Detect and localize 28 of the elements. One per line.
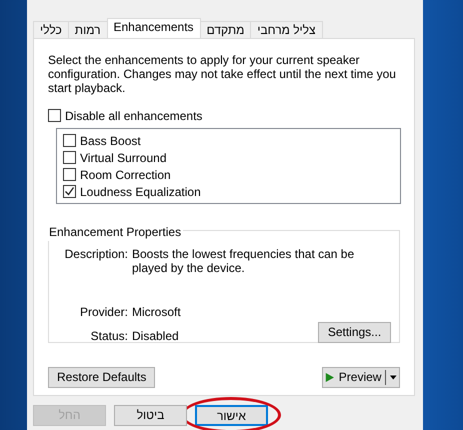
tab[interactable]: מתקדם <box>200 21 252 38</box>
field-label: Status: <box>90 328 129 342</box>
field-value: Boosts the lowest frequencies that can be played by the device. <box>132 247 356 275</box>
field-label: Description: <box>64 247 129 263</box>
checkbox[interactable] <box>63 168 76 181</box>
dropdown-caret-icon <box>390 375 397 380</box>
checkbox-label: Disable all enhancements <box>65 108 202 124</box>
preview-button[interactable]: Preview <box>322 367 400 388</box>
field-value: Microsoft <box>132 305 182 319</box>
checkbox[interactable] <box>63 185 76 198</box>
field-label: Provider: <box>78 305 129 319</box>
play-icon <box>325 371 335 384</box>
dialog-button[interactable]: ביטול <box>114 405 187 426</box>
checkbox-label: Bass Boost <box>80 132 141 150</box>
checkbox-label: Virtual Surround <box>80 150 166 166</box>
field-value: Disabled <box>132 328 179 342</box>
dialog-button[interactable]: אישור <box>195 405 268 426</box>
checkbox[interactable] <box>48 109 61 122</box>
intro-text: Select the enhancements to apply for your current speaker configuration. Changes may not take effect until the next time you start playback. <box>48 53 397 95</box>
settings-button[interactable]: Settings... <box>318 322 391 343</box>
restore-defaults-button[interactable]: Restore Defaults <box>48 367 156 388</box>
tab[interactable]: צליל מרחבי <box>250 21 323 38</box>
tab[interactable]: כללי <box>33 21 69 38</box>
checkbox-label: Room Correction <box>80 166 171 184</box>
checkbox[interactable] <box>63 134 76 147</box>
checkbox[interactable] <box>63 151 76 164</box>
tab[interactable]: Enhancements <box>106 18 201 38</box>
checkbox-label: Loudness Equalization <box>80 184 201 200</box>
